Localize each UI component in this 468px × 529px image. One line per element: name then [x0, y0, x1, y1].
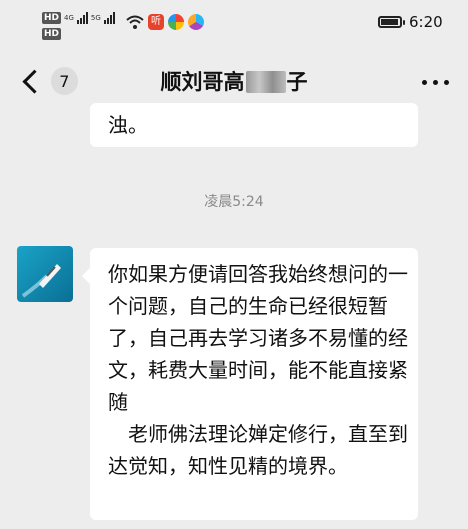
hd-badge-1: HD: [42, 12, 62, 24]
app-icon-swirl: [188, 14, 204, 30]
sim-indicators: HD 4G 5G HD: [42, 10, 115, 42]
listen-app-icon: 听: [148, 14, 164, 30]
hd-badge-2: HD: [42, 28, 62, 40]
status-bar: HD 4G 5G HD 听 6:20: [0, 0, 468, 48]
message-text: 你如果方便请回答我始终想问的一个问题，自己的生命已经很短暂了，自己再去学习诸多不…: [108, 262, 408, 478]
chat-title-prefix: 顺刘哥高: [160, 70, 245, 94]
status-time: 6:20: [409, 13, 443, 31]
signal-icon-1: [76, 12, 88, 24]
redacted-name-blur: [245, 71, 286, 93]
battery-icon: [378, 16, 405, 28]
wifi-icon: [126, 15, 144, 29]
app-icon-colorful: [168, 14, 184, 30]
more-dot-icon: [433, 79, 438, 85]
chat-title-suffix: 子: [286, 70, 308, 94]
message-bubble[interactable]: 你如果方便请回答我始终想问的一个问题，自己的生命已经很短暂了，自己再去学习诸多不…: [82, 248, 418, 520]
previous-message-text: 浊。: [108, 113, 148, 137]
signal-icon-2: [103, 12, 115, 24]
more-options-button[interactable]: [422, 76, 454, 88]
boat-avatar-icon: [17, 246, 73, 302]
network-type-2: 5G: [90, 14, 101, 22]
avatar[interactable]: [17, 246, 73, 302]
network-type-1: 4G: [64, 14, 74, 22]
more-dot-icon: [444, 79, 449, 85]
more-dot-icon: [422, 79, 427, 85]
chat-title: 顺刘哥高 子: [0, 66, 468, 96]
previous-message-bubble[interactable]: 浊。: [90, 103, 418, 147]
time-separator: 凌晨5:24: [204, 194, 264, 210]
